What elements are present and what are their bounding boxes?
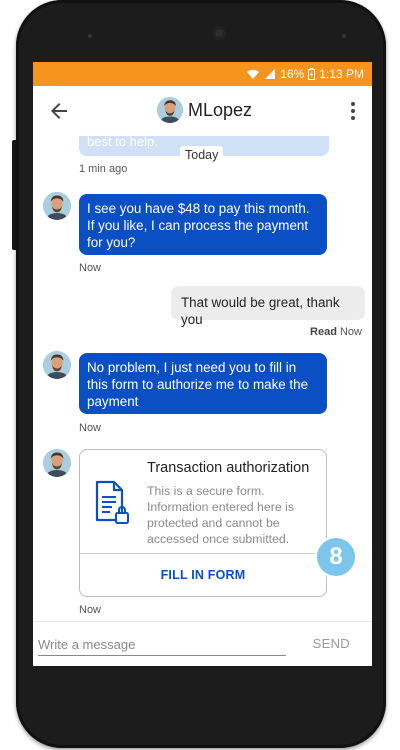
avatar — [43, 449, 71, 477]
message-input[interactable] — [38, 633, 286, 656]
date-divider: Today — [180, 146, 224, 164]
message-time: Now — [79, 604, 102, 616]
avatar — [43, 351, 71, 379]
app-bar: MLopez — [33, 86, 372, 137]
previous-message-text: best to help. — [87, 136, 158, 149]
status-bar: 16% 1:13 PM — [33, 62, 372, 86]
message-text: I see you have $48 to pay this month. If… — [87, 201, 310, 250]
contact-header[interactable]: MLopez — [157, 97, 252, 123]
more-vert-icon — [351, 102, 355, 120]
wifi-icon — [247, 69, 260, 79]
avatar — [157, 97, 183, 123]
read-status: Read — [310, 326, 337, 338]
arrow-left-icon — [51, 103, 67, 119]
message-text: No problem, I just need you to fill in t… — [87, 360, 309, 409]
battery-icon — [308, 68, 316, 80]
back-button[interactable] — [47, 99, 71, 123]
send-button[interactable]: SEND — [313, 636, 350, 651]
battery-percent: 16% — [280, 67, 305, 81]
card-title: Transaction authorization — [147, 460, 310, 476]
outgoing-message-bubble: That would be great, thank you — [171, 286, 365, 327]
front-camera — [212, 26, 226, 40]
message-time: 1 min ago — [79, 163, 128, 175]
signal-icon — [265, 69, 276, 79]
sensor-dot — [88, 34, 92, 38]
secure-document-icon — [95, 480, 129, 524]
incoming-message-bubble: I see you have $48 to pay this month. If… — [79, 194, 327, 255]
page-title: MLopez — [188, 99, 253, 120]
message-time: Now — [339, 326, 362, 338]
incoming-message-bubble: No problem, I just need you to fill in t… — [79, 353, 327, 414]
status-time: 1:13 PM — [319, 67, 364, 81]
sensor-dot — [342, 34, 346, 38]
message-time: Now — [79, 262, 102, 274]
more-options-button[interactable] — [348, 99, 358, 123]
fill-in-form-button[interactable]: FILL IN FORM — [80, 554, 326, 596]
message-text: That would be great, thank you — [181, 295, 340, 327]
read-receipt: Read Now — [310, 326, 362, 338]
message-composer: SEND — [33, 621, 372, 666]
form-card: Transaction authorization This is a secu… — [79, 449, 327, 597]
chat-thread[interactable]: best to help. Today 1 min ago I see you … — [33, 136, 372, 621]
card-description: This is a secure form. Information enter… — [147, 484, 294, 546]
app-screen: 16% 1:13 PM MLopez best to help. Today 1… — [33, 62, 372, 666]
step-badge: 8 — [317, 538, 355, 576]
avatar — [43, 192, 71, 220]
message-time: Now — [79, 422, 102, 434]
